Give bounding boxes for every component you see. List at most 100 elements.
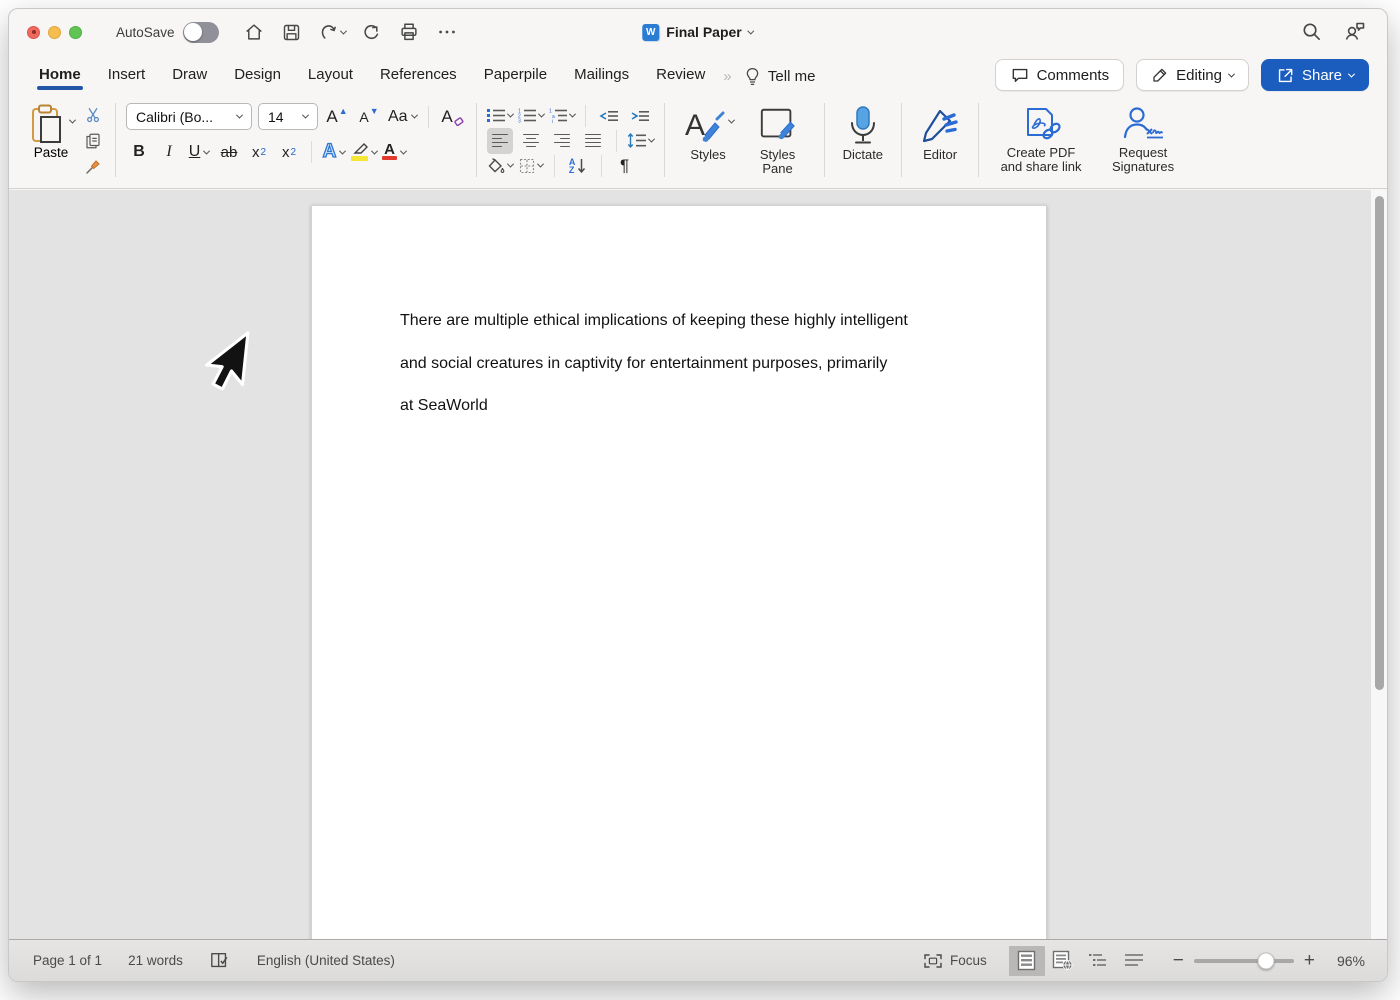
tab-insert[interactable]: Insert <box>108 60 146 93</box>
create-pdf-label: Create PDF and share link <box>1000 145 1082 174</box>
cut-button[interactable] <box>81 105 105 125</box>
dictate-button[interactable]: Dictate <box>835 103 891 164</box>
line-spacing-button[interactable] <box>627 128 655 154</box>
zoom-percentage[interactable]: 96% <box>1325 953 1365 969</box>
editing-mode-button[interactable]: Editing <box>1136 59 1249 91</box>
align-left-button[interactable] <box>486 127 513 154</box>
zoom-window-button[interactable] <box>69 25 82 39</box>
word-window: AutoSave W Final Paper Home Insert Draw … <box>8 8 1388 982</box>
request-signatures-button[interactable]: Request Signatures <box>1097 103 1189 176</box>
draft-view-button[interactable] <box>1117 946 1153 976</box>
numbering-chevron-icon <box>537 110 545 118</box>
share-button[interactable]: Share <box>1260 59 1369 91</box>
tab-draw[interactable]: Draw <box>172 60 207 93</box>
shading-button[interactable] <box>487 153 514 179</box>
copy-button[interactable] <box>81 131 105 151</box>
italic-button[interactable]: I <box>156 139 182 165</box>
styles-button[interactable]: A Styles <box>675 103 742 178</box>
tab-layout[interactable]: Layout <box>308 60 353 93</box>
redo-button[interactable] <box>358 19 384 45</box>
zoom-out-button[interactable]: − <box>1173 951 1184 970</box>
strikethrough-button[interactable]: ab <box>216 139 242 165</box>
web-layout-view-button[interactable] <box>1045 946 1081 976</box>
justify-button[interactable] <box>580 128 606 154</box>
subscript-mark: 2 <box>260 146 267 158</box>
font-size-select[interactable]: 14 <box>258 103 318 130</box>
sort-button[interactable]: AZ <box>565 153 591 179</box>
paste-button[interactable]: Paste <box>27 103 77 177</box>
copy-icon <box>86 133 100 149</box>
styles-pane-button[interactable]: Styles Pane <box>742 103 814 178</box>
spellcheck-status[interactable] <box>209 951 231 971</box>
font-name-select[interactable]: Calibri (Bo... <box>126 103 252 130</box>
subscript-button[interactable]: x2 <box>246 139 272 165</box>
text-effects-button[interactable]: A <box>321 139 347 165</box>
superscript-button[interactable]: x2 <box>276 139 302 165</box>
editor-button[interactable]: Editor <box>912 103 968 164</box>
create-pdf-button[interactable]: Create PDF and share link <box>989 103 1093 176</box>
title-chevron-icon <box>747 27 755 35</box>
search-button[interactable] <box>1300 20 1323 43</box>
underline-button[interactable]: U <box>186 139 212 165</box>
multilevel-list-button[interactable]: 1ai <box>549 103 576 129</box>
tab-paperpile[interactable]: Paperpile <box>484 60 547 93</box>
language-status[interactable]: English (United States) <box>257 953 395 968</box>
zoom-in-button[interactable]: + <box>1304 951 1315 970</box>
paste-label: Paste <box>33 145 69 160</box>
minimize-window-button[interactable] <box>48 25 61 39</box>
numbering-button[interactable]: 123 <box>518 103 545 129</box>
font-color-swatch <box>382 155 397 161</box>
tab-review[interactable]: Review <box>656 60 705 93</box>
borders-button[interactable] <box>518 153 544 179</box>
align-right-button[interactable] <box>549 128 575 154</box>
sort-arrow-icon <box>578 158 586 173</box>
comments-button[interactable]: Comments <box>994 59 1125 91</box>
shrink-font-button[interactable]: A ▼ <box>356 104 382 130</box>
document-canvas[interactable]: There are multiple ethical implications … <box>9 190 1387 941</box>
outline-view-button[interactable] <box>1081 946 1117 976</box>
scrollbar-thumb[interactable] <box>1374 196 1384 690</box>
vertical-scrollbar[interactable] <box>1370 190 1387 941</box>
focus-mode-button[interactable]: Focus <box>923 953 987 969</box>
underline-label: U <box>188 143 201 160</box>
font-color-button[interactable]: A <box>381 139 408 165</box>
undo-split-button[interactable] <box>317 21 347 43</box>
increase-indent-button[interactable] <box>627 103 653 129</box>
format-painter-button[interactable] <box>81 157 105 177</box>
paste-clipboard-icon <box>32 104 61 143</box>
decrease-indent-button[interactable] <box>596 103 622 129</box>
tell-me-button[interactable]: Tell me <box>743 66 815 87</box>
clear-formatting-button[interactable]: A <box>440 104 466 130</box>
paint-bucket-icon <box>488 158 504 173</box>
autosave-toggle[interactable] <box>182 21 219 43</box>
home-quick-button[interactable] <box>241 19 267 45</box>
document-title-menu[interactable]: W Final Paper <box>642 23 755 41</box>
change-case-button[interactable]: Aa <box>388 104 418 130</box>
tab-design[interactable]: Design <box>234 60 281 93</box>
close-window-button[interactable] <box>27 25 40 39</box>
grow-font-button[interactable]: A ▲ <box>324 104 350 130</box>
font-name-chevron-icon <box>235 111 244 119</box>
save-button[interactable] <box>279 19 305 45</box>
page-count-status[interactable]: Page 1 of 1 <box>33 953 102 968</box>
align-center-button[interactable] <box>518 128 544 154</box>
format-painter-icon <box>86 160 100 174</box>
bullets-button[interactable] <box>486 103 514 129</box>
presence-button[interactable] <box>1343 19 1367 43</box>
tab-home[interactable]: Home <box>37 60 83 93</box>
highlight-color-button[interactable] <box>351 139 379 165</box>
print-button[interactable] <box>396 19 422 45</box>
document-page[interactable]: There are multiple ethical implications … <box>311 205 1047 941</box>
zoom-slider[interactable] <box>1193 952 1294 969</box>
mouse-cursor-arrow <box>205 331 250 391</box>
zoom-slider-knob[interactable] <box>1257 952 1275 969</box>
show-paragraph-marks-button[interactable]: ¶ <box>612 153 638 179</box>
word-count-status[interactable]: 21 words <box>128 953 183 968</box>
ribbon-home: Paste Calibri (Bo... 14 A ▲ A ▼ Aa A B I… <box>9 97 1387 189</box>
tab-mailings[interactable]: Mailings <box>574 60 629 93</box>
tab-overflow-chevrons-icon[interactable]: » <box>723 68 731 85</box>
bold-button[interactable]: B <box>126 139 152 165</box>
tab-references[interactable]: References <box>380 60 457 93</box>
more-commands-button[interactable] <box>434 19 460 45</box>
print-layout-view-button[interactable] <box>1008 945 1045 976</box>
